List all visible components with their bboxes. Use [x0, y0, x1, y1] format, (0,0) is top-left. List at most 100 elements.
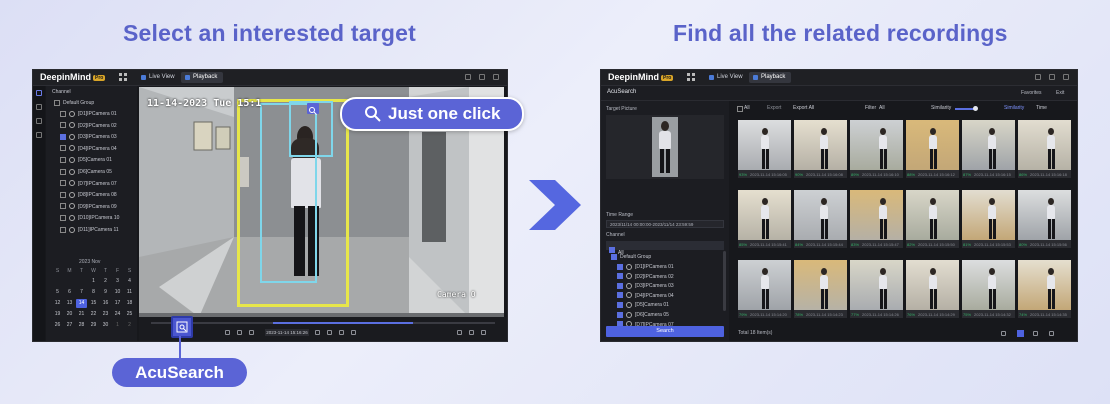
account-icon-right[interactable] [1063, 74, 1069, 80]
calendar-day[interactable]: 30 [100, 321, 111, 330]
tree-default-group-right[interactable]: Default Group [611, 253, 651, 262]
channel-item[interactable]: [D1]IPCamera 01 [617, 263, 674, 272]
result-thumbnail[interactable]: 81% 2023-11-14 15:15:53 [962, 190, 1015, 248]
calendar-day[interactable]: 25 [124, 310, 135, 319]
calendar-day[interactable]: 26 [52, 321, 63, 330]
calendar-day[interactable]: 1 [112, 321, 123, 330]
calendar-day[interactable]: 20 [64, 310, 75, 319]
calendar-day[interactable]: 8 [88, 288, 99, 297]
grid-menu-icon[interactable] [119, 73, 127, 81]
export-button[interactable]: Export [767, 105, 781, 111]
result-thumbnail[interactable]: 74% 2023-11-14 15:14:35 [1018, 260, 1071, 318]
layout-icon[interactable] [457, 330, 462, 335]
rewind-icon[interactable] [249, 330, 254, 335]
calendar-day[interactable]: 22 [88, 310, 99, 319]
calendar-day[interactable]: 21 [76, 310, 87, 319]
page-next-icon[interactable] [1033, 331, 1038, 336]
result-thumbnail[interactable]: 76% 2023-11-14 15:14:29 [906, 260, 959, 318]
channel-item[interactable]: [D5]Camera 01 [617, 301, 669, 310]
clip-icon[interactable] [237, 330, 242, 335]
similarity-slider[interactable] [955, 106, 978, 111]
calendar-day[interactable]: 7 [76, 288, 87, 297]
channel-checkbox[interactable] [617, 263, 623, 270]
calendar-day[interactable]: 23 [100, 310, 111, 319]
calendar-day[interactable]: 29 [88, 321, 99, 330]
tab-live-view-right[interactable]: Live View [705, 72, 749, 83]
calendar-day[interactable]: 6 [64, 288, 75, 297]
page-current[interactable] [1017, 330, 1024, 337]
playback-time-field[interactable]: 2023-11-14 15:16:26 [265, 329, 309, 336]
rail-file-icon[interactable] [36, 104, 42, 110]
calendar-day[interactable]: 18 [124, 299, 135, 308]
tree-default-group[interactable]: Default Group [54, 99, 94, 108]
tree-camera-item[interactable]: [D3]IPCamera 03 [60, 133, 117, 142]
slow-icon[interactable] [339, 330, 344, 335]
calendar-day[interactable]: 5 [52, 288, 63, 297]
calendar-day[interactable]: 24 [112, 310, 123, 319]
export-all-button[interactable]: Export All [793, 105, 814, 111]
page-last-icon[interactable] [1049, 331, 1054, 336]
calendar-day[interactable]: 12 [52, 299, 63, 308]
tree-camera-item[interactable]: [D9]IPCamera 09 [60, 203, 117, 212]
camera-checkbox[interactable] [60, 157, 66, 164]
calendar-day[interactable]: 19 [52, 310, 63, 319]
camera-checkbox[interactable] [60, 145, 66, 152]
fullscreen-icon[interactable] [469, 330, 474, 335]
result-thumbnail[interactable]: 75% 2023-11-14 15:14:32 [962, 260, 1015, 318]
search-button[interactable]: Search [606, 326, 724, 337]
camera-checkbox[interactable] [60, 133, 66, 140]
result-thumbnail[interactable]: 87% 2023-11-14 15:16:15 [962, 120, 1015, 178]
camera-checkbox[interactable] [60, 226, 66, 233]
channel-checkbox[interactable] [617, 311, 623, 318]
camera-checkbox[interactable] [60, 191, 66, 198]
calendar-day[interactable]: 13 [64, 299, 75, 308]
tab-live-view[interactable]: Live View [137, 72, 181, 83]
channel-checkbox[interactable] [617, 282, 623, 289]
sort-similarity[interactable]: Similarity [1004, 105, 1024, 111]
face-search-button[interactable] [307, 103, 319, 115]
tree-camera-item[interactable]: [D8]IPCamera 08 [60, 191, 117, 200]
acusearch-icon-button[interactable] [171, 316, 193, 338]
result-thumbnail[interactable]: 89% 2023-11-14 15:16:10 [850, 120, 903, 178]
result-thumbnail[interactable]: 88% 2023-11-14 15:16:12 [906, 120, 959, 178]
rail-playback-icon[interactable] [36, 90, 42, 96]
fast-icon[interactable] [351, 330, 356, 335]
calendar-day[interactable]: 3 [112, 277, 123, 286]
channel-checkbox[interactable] [617, 273, 623, 280]
channel-item[interactable]: [D6]Camera 05 [617, 311, 669, 320]
rail-event-icon[interactable] [36, 118, 42, 124]
camera-checkbox[interactable] [60, 110, 66, 117]
tab-playback-right[interactable]: Playback [749, 72, 792, 83]
sort-time[interactable]: Time [1036, 105, 1047, 111]
download-icon[interactable] [465, 74, 471, 80]
calendar-day[interactable]: 17 [112, 299, 123, 308]
tree-camera-item[interactable]: [D11]IPCamera 11 [60, 226, 119, 235]
time-range-field[interactable]: 2023/11/14 00:00:00-2023/11/14 23:59:59 [606, 220, 724, 228]
result-thumbnail[interactable]: 85% 2023-11-14 15:15:41 [738, 190, 791, 248]
camera-checkbox[interactable] [60, 215, 66, 222]
download-icon-right[interactable] [1035, 74, 1041, 80]
timeline-track[interactable] [151, 322, 495, 324]
result-thumbnail[interactable]: 80% 2023-11-14 15:15:56 [1018, 190, 1071, 248]
calendar-day[interactable]: 14 [76, 299, 87, 308]
channel-checkbox[interactable] [617, 292, 623, 299]
volume-icon[interactable] [481, 330, 486, 335]
calendar-day[interactable]: 28 [76, 321, 87, 330]
result-thumbnail[interactable]: 83% 2023-11-14 15:15:47 [850, 190, 903, 248]
settings-icon[interactable] [479, 74, 485, 80]
tree-camera-item[interactable]: [D5]Camera 01 [60, 156, 112, 165]
tab-playback[interactable]: Playback [181, 72, 224, 83]
tree-camera-item[interactable]: [D4]IPCamera 04 [60, 145, 117, 154]
channel-checkbox[interactable] [617, 302, 623, 309]
settings-icon-right[interactable] [1049, 74, 1055, 80]
result-thumbnail[interactable]: 90% 2023-11-14 15:16:08 [794, 120, 847, 178]
calendar-day[interactable]: 11 [124, 288, 135, 297]
calendar-day[interactable]: 16 [100, 299, 111, 308]
page-prev-icon[interactable] [1001, 331, 1006, 336]
channel-item[interactable]: [D3]IPCamera 03 [617, 282, 674, 291]
calendar-day[interactable]: 15 [88, 299, 99, 308]
tree-camera-item[interactable]: [D1]IPCamera 01 [60, 110, 117, 119]
result-thumbnail[interactable]: 84% 2023-11-14 15:15:44 [794, 190, 847, 248]
result-thumbnail[interactable]: 93% 2023-11-14 15:16:05 [738, 120, 791, 178]
favorites-link[interactable]: Favorites [1021, 90, 1042, 96]
